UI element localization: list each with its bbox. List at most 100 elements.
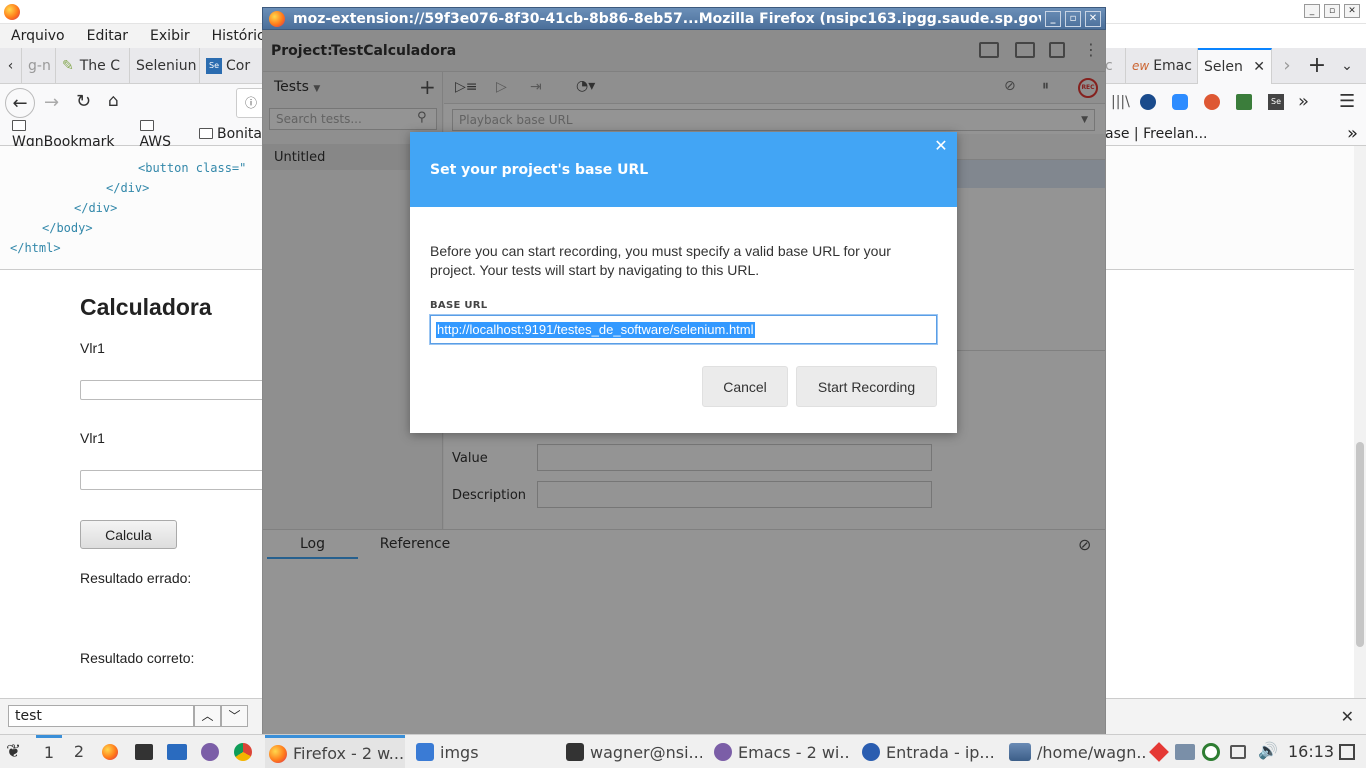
folder-icon <box>12 119 26 131</box>
page-heading: Calculadora <box>80 294 212 320</box>
clipboard-tray-icon[interactable] <box>1230 745 1246 759</box>
reload-icon[interactable]: ↻ <box>76 91 91 112</box>
file-manager-launcher-icon[interactable] <box>167 744 187 760</box>
window-controls: _ ▫ ✕ <box>1304 4 1360 18</box>
menu-exibir[interactable]: Exibir <box>139 28 201 44</box>
close-icon[interactable]: ✕ <box>1085 10 1101 27</box>
show-desktop-icon[interactable] <box>1339 744 1355 760</box>
tab-favicon-icon: ew <box>1132 58 1150 73</box>
selenium-ide-icon[interactable]: Se <box>1268 94 1284 110</box>
taskbar-label: wagner@nsi... <box>590 742 702 762</box>
tab-close-icon[interactable]: ✕ <box>1253 59 1265 75</box>
duckduckgo-icon[interactable] <box>1204 94 1220 110</box>
start-menu-icon[interactable]: ❦ <box>6 741 21 762</box>
tab-item-emacs[interactable]: ew Emac <box>1125 47 1198 84</box>
label-vlr2: Vlr1 <box>80 430 105 446</box>
workspace-1[interactable]: 1 <box>36 735 62 768</box>
workspace-2[interactable]: 2 <box>66 735 92 768</box>
result-right-label: Resultado correto: <box>80 650 195 666</box>
taskbar-firefox[interactable]: Firefox - 2 w... <box>265 735 405 768</box>
chrome-launcher-icon[interactable] <box>234 743 252 761</box>
tab-item[interactable]: c <box>1105 58 1125 74</box>
minimize-icon[interactable]: _ <box>1304 4 1320 18</box>
close-icon[interactable]: ✕ <box>933 138 949 154</box>
taskbar: ❦ 1 2 Firefox - 2 w... imgs wagner@nsi..… <box>0 734 1366 768</box>
calcula-button[interactable]: Calcula <box>80 520 177 549</box>
ide-window-controls: _ ▫ ✕ <box>1041 10 1101 27</box>
code-line: </html> <box>10 241 61 255</box>
tab-label: Selen <box>1204 58 1243 75</box>
tab-list-icon[interactable]: ⌄ <box>1332 58 1362 74</box>
dialog-title: Set your project's base URL <box>430 161 649 178</box>
tab-item[interactable]: g-n <box>22 47 56 84</box>
base-url-input[interactable]: http://localhost:9191/testes_de_software… <box>430 315 937 344</box>
vlr2-input[interactable] <box>80 470 280 490</box>
close-icon[interactable]: ✕ <box>1344 4 1360 18</box>
web-page: Calculadora Vlr1 Vlr1 Resultado errado: … <box>0 270 280 698</box>
tab-scroll-left-icon[interactable]: ‹ <box>0 47 22 84</box>
bookmark-aws[interactable]: AWS <box>139 118 187 150</box>
minimize-icon[interactable]: _ <box>1045 10 1061 27</box>
code-line: <button class=" <box>138 161 246 175</box>
taskbar-emacs[interactable]: Emacs - 2 wi... <box>710 735 850 768</box>
volume-icon[interactable]: 🔊 <box>1258 741 1278 760</box>
menu-editar[interactable]: Editar <box>76 28 139 44</box>
emacs-icon <box>714 743 732 761</box>
nav-bar: ← → ↻ ⌂ ⓘ <box>0 84 266 122</box>
tab-item[interactable]: ✎ The C <box>56 47 130 84</box>
taskbar-label: imgs <box>440 742 479 762</box>
folder-icon <box>139 119 154 131</box>
back-icon[interactable]: ← <box>5 88 35 118</box>
taskbar-thunderbird[interactable]: Entrada - ip... <box>858 735 998 768</box>
tab-label: Emac <box>1153 57 1192 74</box>
tab-item[interactable]: Seleniun <box>130 47 200 84</box>
vlr1-input[interactable] <box>80 380 280 400</box>
taskbar-image-viewer[interactable]: /home/wagn... <box>1005 735 1145 768</box>
terminal-launcher-icon[interactable] <box>135 744 153 760</box>
bookmark-wgnbookmark[interactable]: WgnBookmark <box>12 118 128 150</box>
tab-scroll-right-icon[interactable]: › <box>1272 55 1302 76</box>
hamburger-menu-icon[interactable]: ☰ <box>1339 91 1355 112</box>
emacs-launcher-icon[interactable] <box>201 743 219 761</box>
maximize-icon[interactable]: ▫ <box>1065 10 1081 27</box>
bookmark-freelancer[interactable]: ase | Freelan... <box>1105 126 1208 142</box>
extension-icon[interactable] <box>1236 94 1252 110</box>
new-tab-icon[interactable]: + <box>1302 53 1332 78</box>
toolbar-right: |||\ Se » ☰ <box>1105 84 1366 122</box>
tab-item[interactable]: Se Cor <box>200 48 262 84</box>
cancel-button[interactable]: Cancel <box>702 366 788 407</box>
forward-icon[interactable]: → <box>44 92 59 113</box>
git-tray-icon[interactable] <box>1149 742 1169 762</box>
find-next-icon[interactable]: ﹀ <box>221 705 248 727</box>
scrollbar-thumb[interactable] <box>1356 442 1364 647</box>
taskbar-terminal[interactable]: wagner@nsi... <box>562 735 702 768</box>
bookmarks-bar: WgnBookmark AWS Bonita <box>0 119 262 150</box>
menu-arquivo[interactable]: Arquivo <box>0 28 76 44</box>
maximize-icon[interactable]: ▫ <box>1324 4 1340 18</box>
tab-strip-right: c ew Emac Selen ✕ › + ⌄ <box>1105 47 1366 84</box>
tab-label: Cor <box>226 57 251 74</box>
terminal-icon <box>566 743 584 761</box>
status-tray-icon[interactable] <box>1202 743 1220 761</box>
taskbar-imgs[interactable]: imgs <box>412 735 552 768</box>
tab-item-selenium-active[interactable]: Selen ✕ <box>1198 47 1272 84</box>
find-close-icon[interactable]: ✕ <box>1341 707 1354 726</box>
zoom-extension-icon[interactable] <box>1172 94 1188 110</box>
network-tray-icon[interactable] <box>1175 744 1195 760</box>
tab-label: The C <box>79 57 120 74</box>
folder-icon <box>416 743 434 761</box>
base-url-label: BASE URL <box>430 300 488 311</box>
extension-icon[interactable] <box>1140 94 1156 110</box>
home-icon[interactable]: ⌂ <box>108 91 119 111</box>
clock[interactable]: 16:13 <box>1288 742 1334 761</box>
bookmark-bonita[interactable]: Bonita <box>198 126 262 142</box>
start-recording-button[interactable]: Start Recording <box>796 366 937 407</box>
find-input[interactable]: test <box>8 705 194 727</box>
firefox-launcher-icon[interactable] <box>102 744 118 760</box>
library-icon[interactable]: |||\ <box>1111 94 1130 110</box>
overflow-chevrons-icon[interactable]: » <box>1298 91 1309 112</box>
taskbar-label: Entrada - ip... <box>886 742 995 762</box>
bookmarks-overflow-icon[interactable]: » <box>1347 123 1358 144</box>
code-line: </div> <box>106 181 150 195</box>
find-previous-icon[interactable]: ︿ <box>194 705 221 727</box>
